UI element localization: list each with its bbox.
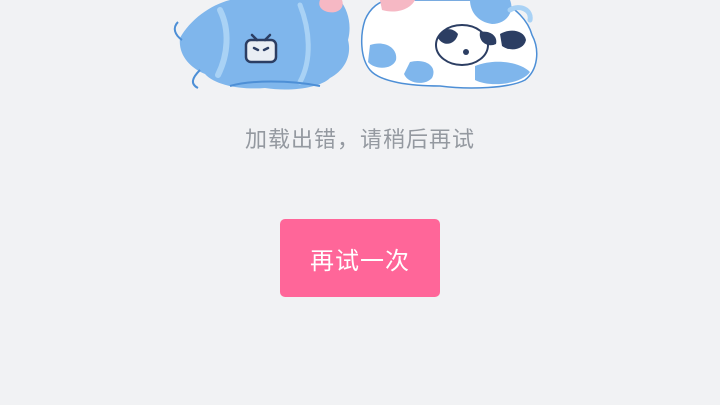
- tv-badge-icon: [244, 33, 278, 64]
- error-message: 加载出错，请稍后再试: [244, 128, 475, 153]
- mascot-illustration: [173, 0, 538, 90]
- right-mascot: [360, 0, 538, 89]
- retry-button[interactable]: 再试一次: [280, 219, 440, 297]
- left-mascot: [173, 0, 350, 90]
- error-page: 加载出错，请稍后再试 再试一次: [0, 0, 720, 405]
